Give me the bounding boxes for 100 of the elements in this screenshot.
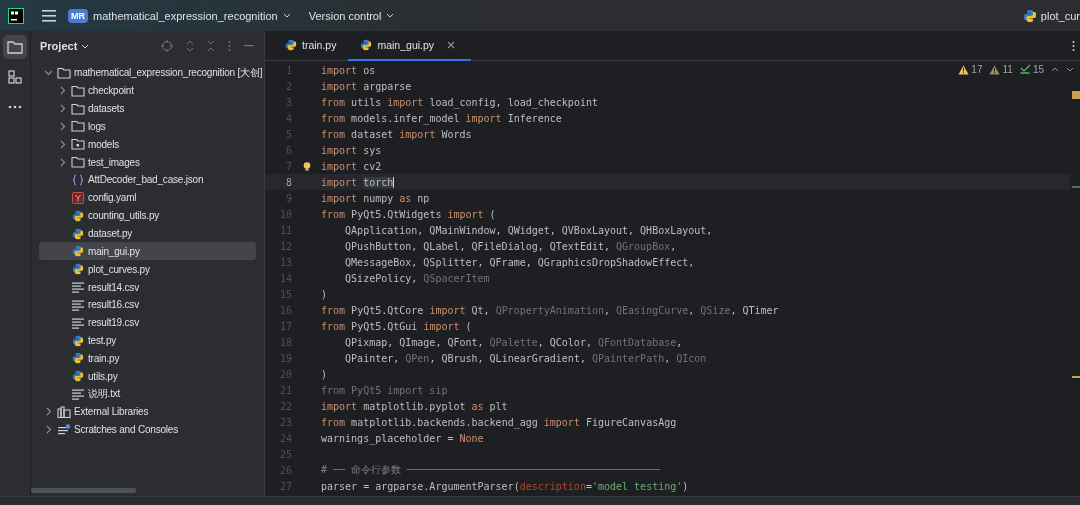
tree-item-label: dataset.py <box>88 228 133 239</box>
python-file-icon <box>71 370 85 383</box>
app-logo-icon[interactable] <box>8 7 24 24</box>
python-file-icon <box>285 39 297 51</box>
scratch-icon <box>57 423 71 436</box>
tree-item[interactable]: AttDecoder_bad_case.json <box>39 171 256 189</box>
code-line: QPainter, QPen, QBrush, QLinearGradient, QPainterPath, QIcon <box>344 352 707 364</box>
editor-tab[interactable]: main_gui.py <box>348 31 472 61</box>
tree-item[interactable]: plot_curves.py <box>39 260 256 279</box>
code-line: import argparse <box>321 80 412 92</box>
tree-item[interactable]: counting_utils.py <box>39 206 256 225</box>
tree-item-label: utils.py <box>88 370 118 382</box>
tree-item[interactable]: 说明.txt <box>39 385 256 404</box>
menu-icon[interactable] <box>42 9 56 22</box>
code-line: warnings_placeholder = None <box>321 432 484 444</box>
code-line: from PyQt5.QtGui import ( <box>321 320 472 332</box>
code-line: QSizePolicy, QSpacerItem <box>344 272 490 284</box>
tree-item[interactable]: test.py <box>39 331 256 350</box>
lightbulb-icon[interactable] <box>302 161 311 171</box>
tree-item-label: logs <box>88 120 106 132</box>
caret-icon <box>386 13 395 18</box>
warning-icon[interactable] <box>958 64 970 75</box>
module-folder-icon <box>71 138 85 151</box>
text-file-icon <box>71 298 85 311</box>
more-icon <box>8 105 22 109</box>
tree-item[interactable]: dataset.py <box>39 224 256 243</box>
tree-item[interactable]: result16.csv <box>39 295 256 314</box>
tree-item[interactable]: models <box>39 135 256 154</box>
code-line: from PyQt5.QtWidgets import ( <box>321 208 496 220</box>
tab-options-icon[interactable] <box>1072 39 1075 52</box>
code-line: import torch <box>321 176 395 188</box>
inspection-count[interactable]: 11 <box>1002 64 1013 75</box>
tree-item-label: result14.csv <box>88 281 139 293</box>
code-line: import cv2 <box>321 160 382 172</box>
project-name: mathematical_expression_recognition <box>93 9 278 22</box>
typo-check-icon[interactable] <box>1019 64 1031 75</box>
collapse-all-icon[interactable] <box>207 40 215 52</box>
code-line: import numpy as np <box>321 192 430 204</box>
warning-icon[interactable] <box>989 64 1001 75</box>
folder-icon <box>71 84 85 97</box>
tree-item-label: train.py <box>88 352 120 364</box>
tree-item[interactable]: result14.csv <box>39 278 256 296</box>
project-view-selector[interactable]: Project <box>40 40 90 52</box>
code-line: QApplication, QMainWindow, QWidget, QVBoxLayout, QHBoxLayout, <box>344 224 713 236</box>
close-icon[interactable] <box>447 41 456 49</box>
tab-label: train.py <box>302 39 337 51</box>
line-number: 8 <box>284 176 292 188</box>
python-file-icon <box>71 263 85 276</box>
tree-item[interactable]: datasets <box>39 99 256 118</box>
library-icon <box>57 405 71 418</box>
tree-item[interactable]: main_gui.py <box>39 242 256 261</box>
python-file-icon <box>71 245 85 258</box>
project-badge: MR <box>68 8 88 23</box>
caret-icon <box>81 43 90 49</box>
tree-item-label: main_gui.py <box>88 245 140 257</box>
scroll-mark <box>1072 91 1080 99</box>
tree-item[interactable]: utils.py <box>39 367 256 386</box>
editor-tab[interactable]: train.py <box>273 31 349 61</box>
tree-item[interactable]: train.py <box>39 349 256 368</box>
tree-item-label: checkpoint <box>88 85 134 97</box>
tree-item[interactable]: config.yaml <box>39 188 256 207</box>
tree-item[interactable]: External Libraries <box>39 403 256 421</box>
python-file-icon <box>360 39 373 51</box>
expand-all-icon[interactable] <box>186 40 194 52</box>
folder-icon <box>71 102 85 115</box>
tree-item[interactable]: Scratches and Consoles <box>39 420 256 439</box>
code-line: QPushButton, QLabel, QFileDialog, QTextEdit, QGroupBox, <box>344 240 677 252</box>
scrollbar-thumb[interactable] <box>31 487 136 493</box>
project-tool-button[interactable] <box>3 35 27 59</box>
inspection-count[interactable]: 17 <box>971 64 983 75</box>
tree-item-label: External Libraries <box>74 406 149 418</box>
tree-item[interactable]: logs <box>39 117 256 136</box>
code-line: ) <box>321 368 328 380</box>
tree-item[interactable]: test_images <box>39 153 256 172</box>
tree-item-label: Scratches and Consoles <box>74 424 178 436</box>
tree-item[interactable]: checkpoint <box>39 81 256 100</box>
next-issue-icon[interactable] <box>1066 67 1074 72</box>
tree-item-label: result19.csv <box>88 317 139 329</box>
run-config-selector[interactable]: plot_cur <box>1022 8 1080 23</box>
text-file-icon <box>71 281 85 294</box>
inspection-count[interactable]: 15 <box>1032 64 1044 75</box>
tree-item-label: plot_curves.py <box>88 263 150 275</box>
options-icon[interactable] <box>228 40 231 52</box>
code-line: from dataset import Words <box>321 128 472 140</box>
caret-icon <box>282 13 291 18</box>
text-file-icon <box>71 316 85 329</box>
folder-icon <box>57 66 71 79</box>
code-line: from PyQt5.QtCore import Qt, QPropertyAnimation, QEasingCurve, QSize, QTimer <box>321 304 779 316</box>
locate-icon[interactable] <box>161 40 173 52</box>
code-line: QPixmap, QImage, QFont, QPalette, QColor, QFontDatabase, <box>344 336 683 348</box>
previous-issue-icon[interactable] <box>1051 67 1059 72</box>
project-selector[interactable]: MR mathematical_expression_recognition <box>68 8 291 23</box>
folder-icon <box>7 40 23 54</box>
python-file-icon <box>71 334 85 347</box>
code-line: import os <box>321 64 376 76</box>
code-line: # ── 命令行参数 ────────────────────────────────────────── <box>321 463 660 477</box>
scroll-mark <box>1072 186 1080 188</box>
code-line: from utils import load_config, load_checkpoint <box>321 96 598 108</box>
tree-item-label: test.py <box>88 335 117 347</box>
tree-item[interactable]: result19.csv <box>39 313 256 332</box>
